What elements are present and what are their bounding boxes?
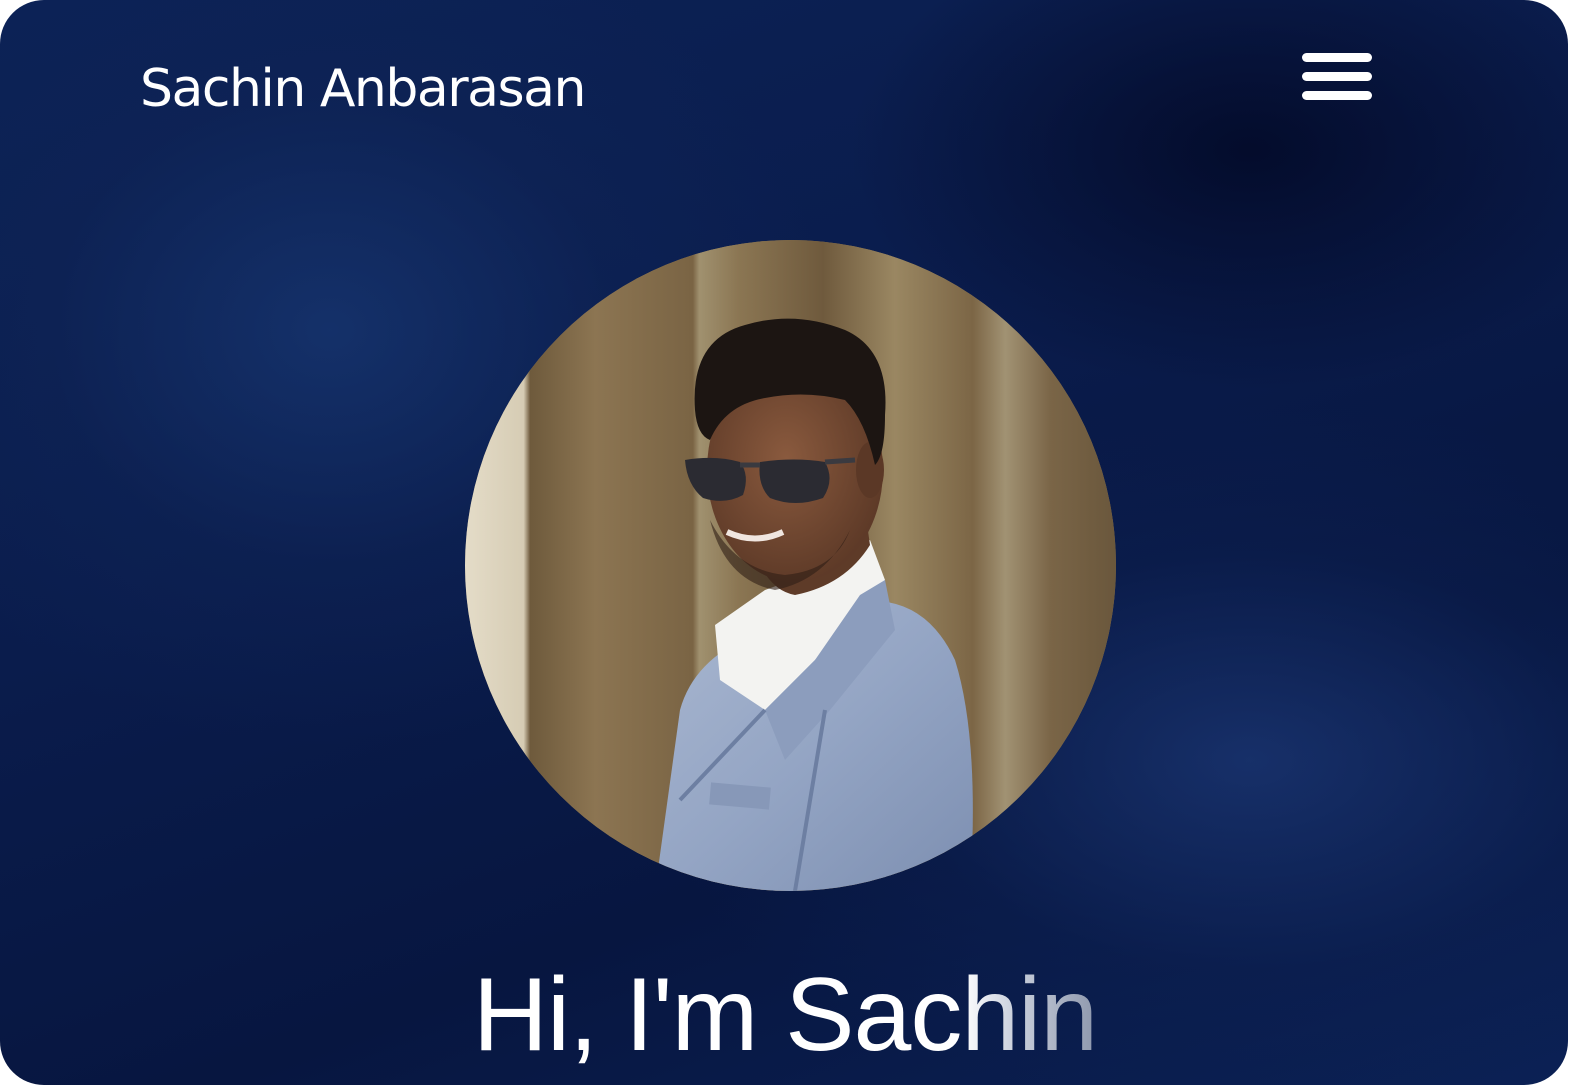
menu-line-middle xyxy=(1302,72,1372,81)
menu-line-bottom xyxy=(1302,91,1372,100)
hero-greeting: Hi, I'm Sachin xyxy=(0,955,1568,1075)
hamburger-menu-icon[interactable] xyxy=(1300,50,1374,108)
avatar xyxy=(465,240,1116,891)
menu-line-top xyxy=(1302,53,1372,62)
brand-name[interactable]: Sachin Anbarasan xyxy=(140,56,586,122)
app-screen: Sachin Anbarasan Hi, I'm Sachin xyxy=(0,0,1568,1085)
greeting-text: Hi, I'm Sac xyxy=(472,957,962,1073)
portrait-photo xyxy=(465,240,1116,891)
greeting-typing-text: hin xyxy=(961,957,1098,1073)
